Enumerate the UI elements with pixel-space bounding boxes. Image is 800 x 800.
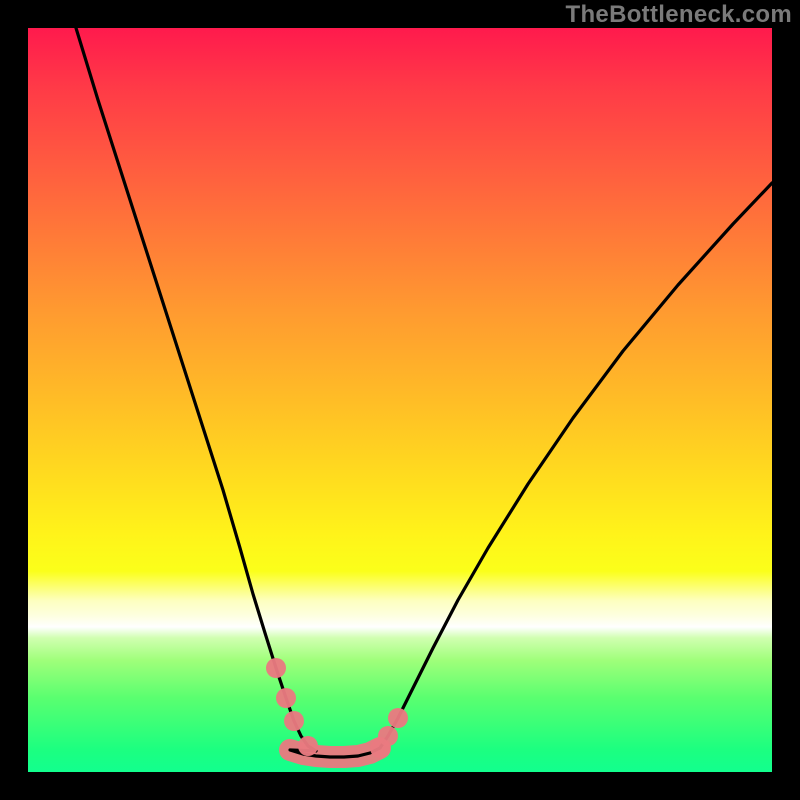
curve-marker-dot [388,708,408,728]
curve-marker-dot [266,658,286,678]
plot-area [28,28,772,772]
bottleneck-curve-path [76,28,772,757]
watermark-text: TheBottleneck.com [566,1,792,29]
curve-marker-dot [378,726,398,746]
curve-marker-dot [298,736,318,756]
curves-layer [28,28,772,772]
bottleneck-curve [76,28,772,757]
curve-marker-dot [284,711,304,731]
curve-marker-dot [276,688,296,708]
chart-frame: TheBottleneck.com [0,0,800,800]
